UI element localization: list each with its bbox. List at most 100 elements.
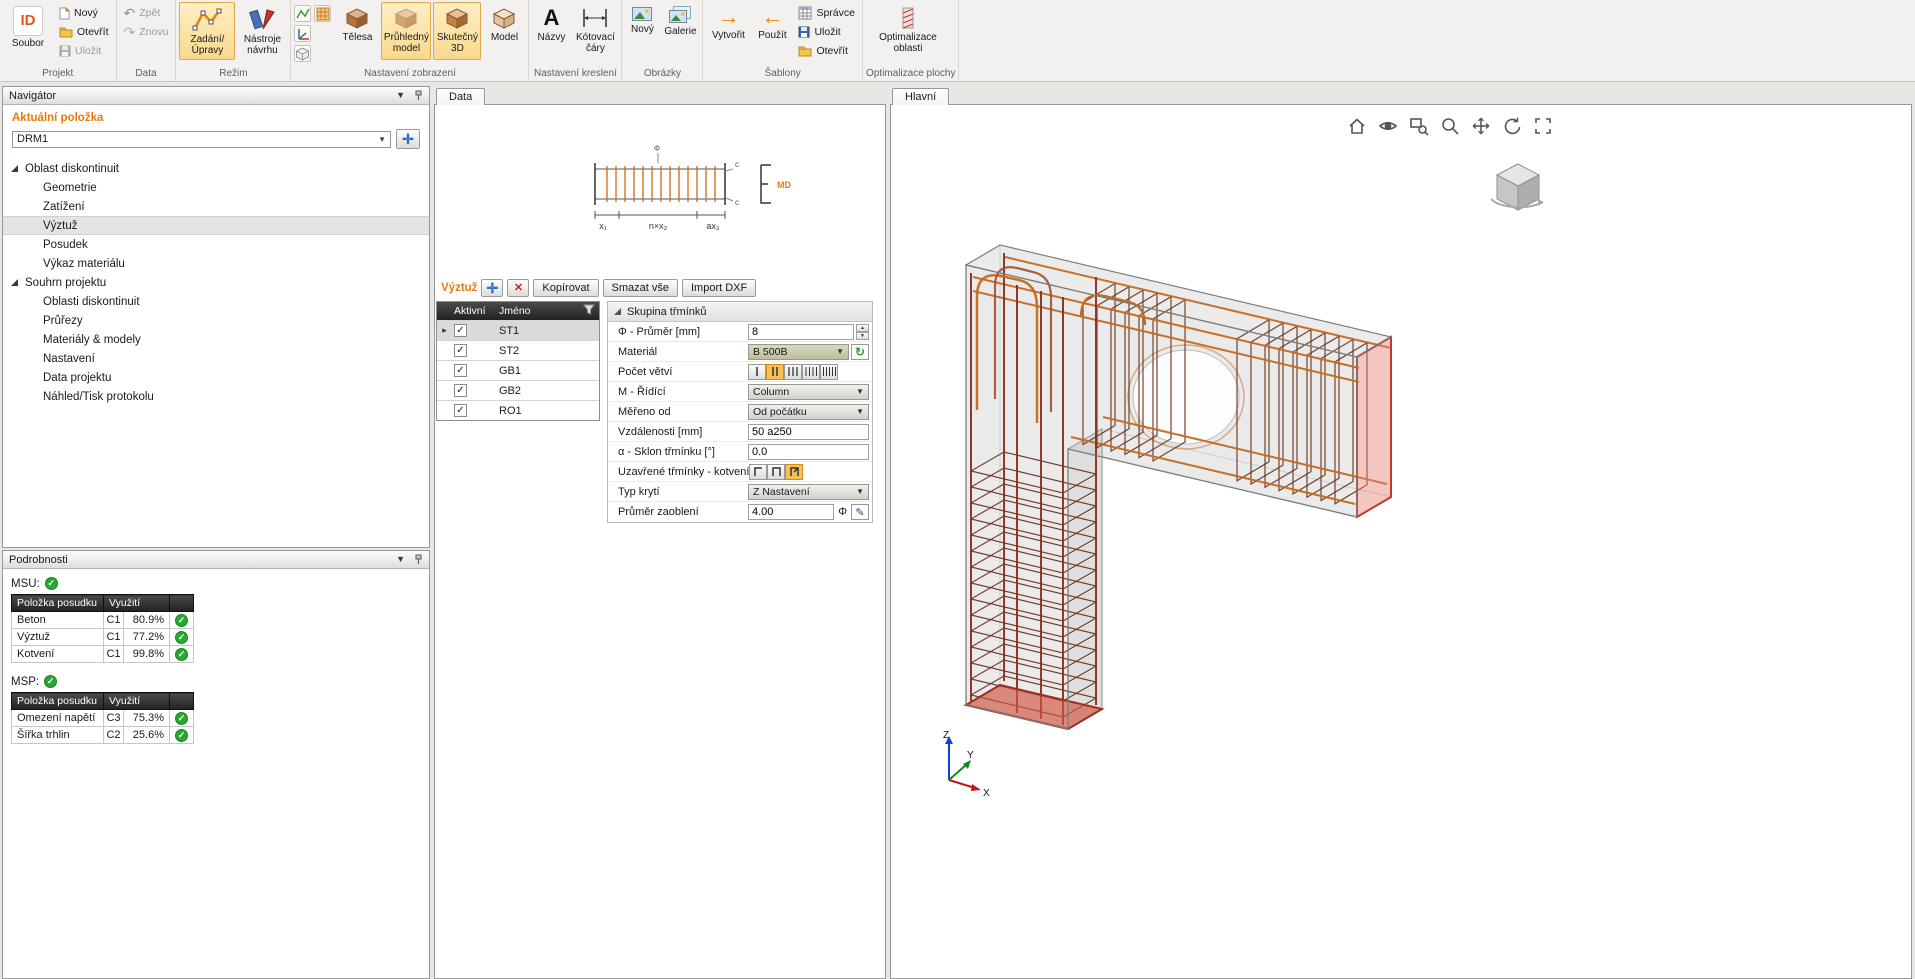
telesa-button[interactable]: Tělesa <box>335 2 379 60</box>
expander-icon[interactable] <box>11 279 18 286</box>
display-option-1-button[interactable] <box>294 5 311 22</box>
rotate-button[interactable] <box>1501 115 1523 137</box>
pin-icon[interactable] <box>414 554 423 565</box>
anchor-hook-button[interactable] <box>785 464 803 480</box>
tree-item-nahled-tisk[interactable]: Náhled/Tisk protokolu <box>3 387 429 406</box>
tree-item-geometrie[interactable]: Geometrie <box>3 178 429 197</box>
novy-projekt-button[interactable]: Nový <box>55 4 113 22</box>
filter-icon[interactable] <box>583 304 595 315</box>
model-button[interactable]: Model <box>483 2 525 60</box>
tree-item-vyztuz[interactable]: Výztuž <box>3 216 429 235</box>
optimalizace-oblasti-button[interactable]: Optimalizace oblasti <box>866 2 950 60</box>
copy-button[interactable]: Kopírovat <box>533 279 598 297</box>
tree-item-souhrn-projektu[interactable]: Souhrn projektu <box>3 273 429 292</box>
material-refresh-button[interactable]: ↻ <box>851 344 869 360</box>
mandrel-input[interactable] <box>748 504 834 520</box>
legs-2-button[interactable] <box>766 364 784 380</box>
main-3d-viewport[interactable]: Z Y X <box>890 104 1912 979</box>
vytvorit-sablonu-button[interactable]: → Vytvořit <box>706 2 750 60</box>
table-row-st1[interactable]: ▸✓ST1 <box>437 320 599 340</box>
active-checkbox[interactable]: ✓ <box>454 344 467 357</box>
import-dxf-button[interactable]: Import DXF <box>682 279 756 297</box>
check-row-omezeni-napeti[interactable]: Omezení napětíC375.3%✓ <box>12 710 194 727</box>
check-row-kotveni[interactable]: KotveníC199.8%✓ <box>12 646 194 663</box>
tree-item-materialy-modely[interactable]: Materiály & modely <box>3 330 429 349</box>
soubor-button[interactable]: ID Soubor <box>3 2 53 60</box>
structure-3d-model[interactable] <box>891 105 1911 975</box>
orientation-cube[interactable] <box>1483 153 1553 219</box>
delete-reinforcement-button[interactable]: ✕ <box>507 279 529 297</box>
znovu-button[interactable]: ↷ Znovu <box>120 23 173 41</box>
active-checkbox[interactable]: ✓ <box>454 404 467 417</box>
zadani-upravy-button[interactable]: Zadání/Úpravy <box>179 2 235 60</box>
wire-cube-button[interactable] <box>294 45 311 62</box>
tree-item-prurezy[interactable]: Průřezy <box>3 311 429 330</box>
zoom-button[interactable] <box>1439 115 1461 137</box>
diameter-spinner[interactable]: ▲▼ <box>856 324 869 340</box>
add-reinforcement-button[interactable]: ✛ <box>481 279 503 297</box>
legs-1-button[interactable] <box>748 364 766 380</box>
tree-item-zatizeni[interactable]: Zatížení <box>3 197 429 216</box>
check-row-sirka-trhlin[interactable]: Šířka trhlinC225.6%✓ <box>12 727 194 744</box>
expander-icon[interactable] <box>11 165 18 172</box>
tree-item-posudek[interactable]: Posudek <box>3 235 429 254</box>
spravce-sablon-button[interactable]: Správce <box>794 4 859 22</box>
tree-item-nastaveni[interactable]: Nastavení <box>3 349 429 368</box>
tree-item-oblasti-diskontinuit[interactable]: Oblasti diskontinuit <box>3 292 429 311</box>
chevron-down-icon[interactable]: ▼ <box>396 91 405 100</box>
delete-all-button[interactable]: Smazat vše <box>603 279 678 297</box>
table-row-gb1[interactable]: ✓GB1 <box>437 360 599 380</box>
zpet-button[interactable]: ↶ Zpět <box>120 4 173 22</box>
ulozit-projekt-button[interactable]: Uložit <box>55 42 113 60</box>
chevron-down-icon[interactable]: ▼ <box>396 555 405 564</box>
active-checkbox[interactable]: ✓ <box>454 324 467 337</box>
view-mode-button[interactable] <box>1377 115 1399 137</box>
table-row-gb2[interactable]: ✓GB2 <box>437 380 599 400</box>
pouzit-sablonu-button[interactable]: ← Použít <box>752 2 792 60</box>
legs-4-button[interactable] <box>802 364 820 380</box>
legs-3-button[interactable] <box>784 364 802 380</box>
spin-up-icon[interactable]: ▲ <box>856 324 869 332</box>
add-item-button[interactable]: ✛ <box>396 129 420 149</box>
active-checkbox[interactable]: ✓ <box>454 364 467 377</box>
table-row-st2[interactable]: ✓ST2 <box>437 340 599 360</box>
tab-hlavni[interactable]: Hlavní <box>892 88 949 105</box>
pruhledny-model-button[interactable]: Průhledný model <box>381 2 431 60</box>
nazvy-button[interactable]: A Názvy <box>532 2 570 60</box>
pan-button[interactable] <box>1470 115 1492 137</box>
active-checkbox[interactable]: ✓ <box>454 384 467 397</box>
otevrit-sablonu-button[interactable]: Otevřít <box>794 42 859 60</box>
material-dropdown[interactable]: B 500B▼ <box>748 344 849 360</box>
skutecny-3d-button[interactable]: Skutečný 3D <box>433 2 481 60</box>
fullscreen-button[interactable] <box>1532 115 1554 137</box>
anchor-closed-button[interactable] <box>767 464 785 480</box>
check-row-vyztuz[interactable]: VýztužC177.2%✓ <box>12 629 194 646</box>
property-group-header[interactable]: Skupina třmínků <box>608 302 872 322</box>
tree-item-oblast-diskontinuit[interactable]: Oblast diskontinuit <box>3 159 429 178</box>
master-dropdown[interactable]: Column▼ <box>748 384 869 400</box>
anchor-open-button[interactable] <box>749 464 767 480</box>
cover-type-dropdown[interactable]: Z Nastavení▼ <box>748 484 869 500</box>
current-item-dropdown[interactable]: DRM1 ▼ <box>12 131 391 148</box>
zoom-window-button[interactable] <box>1408 115 1430 137</box>
display-option-3-button[interactable] <box>294 25 311 42</box>
spin-down-icon[interactable]: ▼ <box>856 332 869 340</box>
table-row-ro1[interactable]: ✓RO1 <box>437 400 599 420</box>
edit-mandrel-button[interactable]: ✎ <box>851 504 869 520</box>
check-row-beton[interactable]: BetonC180.9%✓ <box>12 612 194 629</box>
galerie-button[interactable]: Galerie <box>661 2 699 60</box>
otevrit-projekt-button[interactable]: Otevřít <box>55 23 113 41</box>
legs-5-button[interactable] <box>820 364 838 380</box>
tree-item-vykaz-materialu[interactable]: Výkaz materiálu <box>3 254 429 273</box>
novy-obrazek-button[interactable]: Nový <box>625 2 659 60</box>
slope-input[interactable] <box>748 444 869 460</box>
nastroje-navrhu-button[interactable]: Nástroje návrhu <box>237 2 287 60</box>
tab-data[interactable]: Data <box>436 88 485 105</box>
measured-from-dropdown[interactable]: Od počátku▼ <box>748 404 869 420</box>
diameter-input[interactable] <box>748 324 854 340</box>
kotovaci-cary-button[interactable]: Kótovací čáry <box>572 2 618 60</box>
tree-item-data-projektu[interactable]: Data projektu <box>3 368 429 387</box>
display-option-2-button[interactable] <box>314 5 331 22</box>
distances-input[interactable] <box>748 424 869 440</box>
home-view-button[interactable] <box>1346 115 1368 137</box>
